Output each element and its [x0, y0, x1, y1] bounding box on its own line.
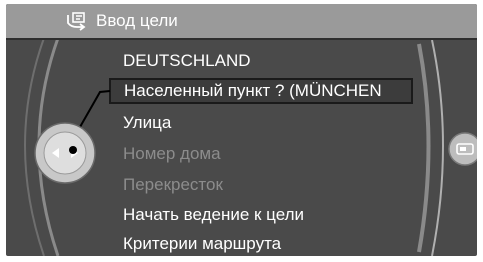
option-button-icon[interactable]: [448, 132, 477, 166]
navigation-screen: Ввод цели DEUTSCHLAND Населенный пункт ?…: [6, 4, 477, 256]
idrive-controller-icon[interactable]: [34, 122, 96, 184]
